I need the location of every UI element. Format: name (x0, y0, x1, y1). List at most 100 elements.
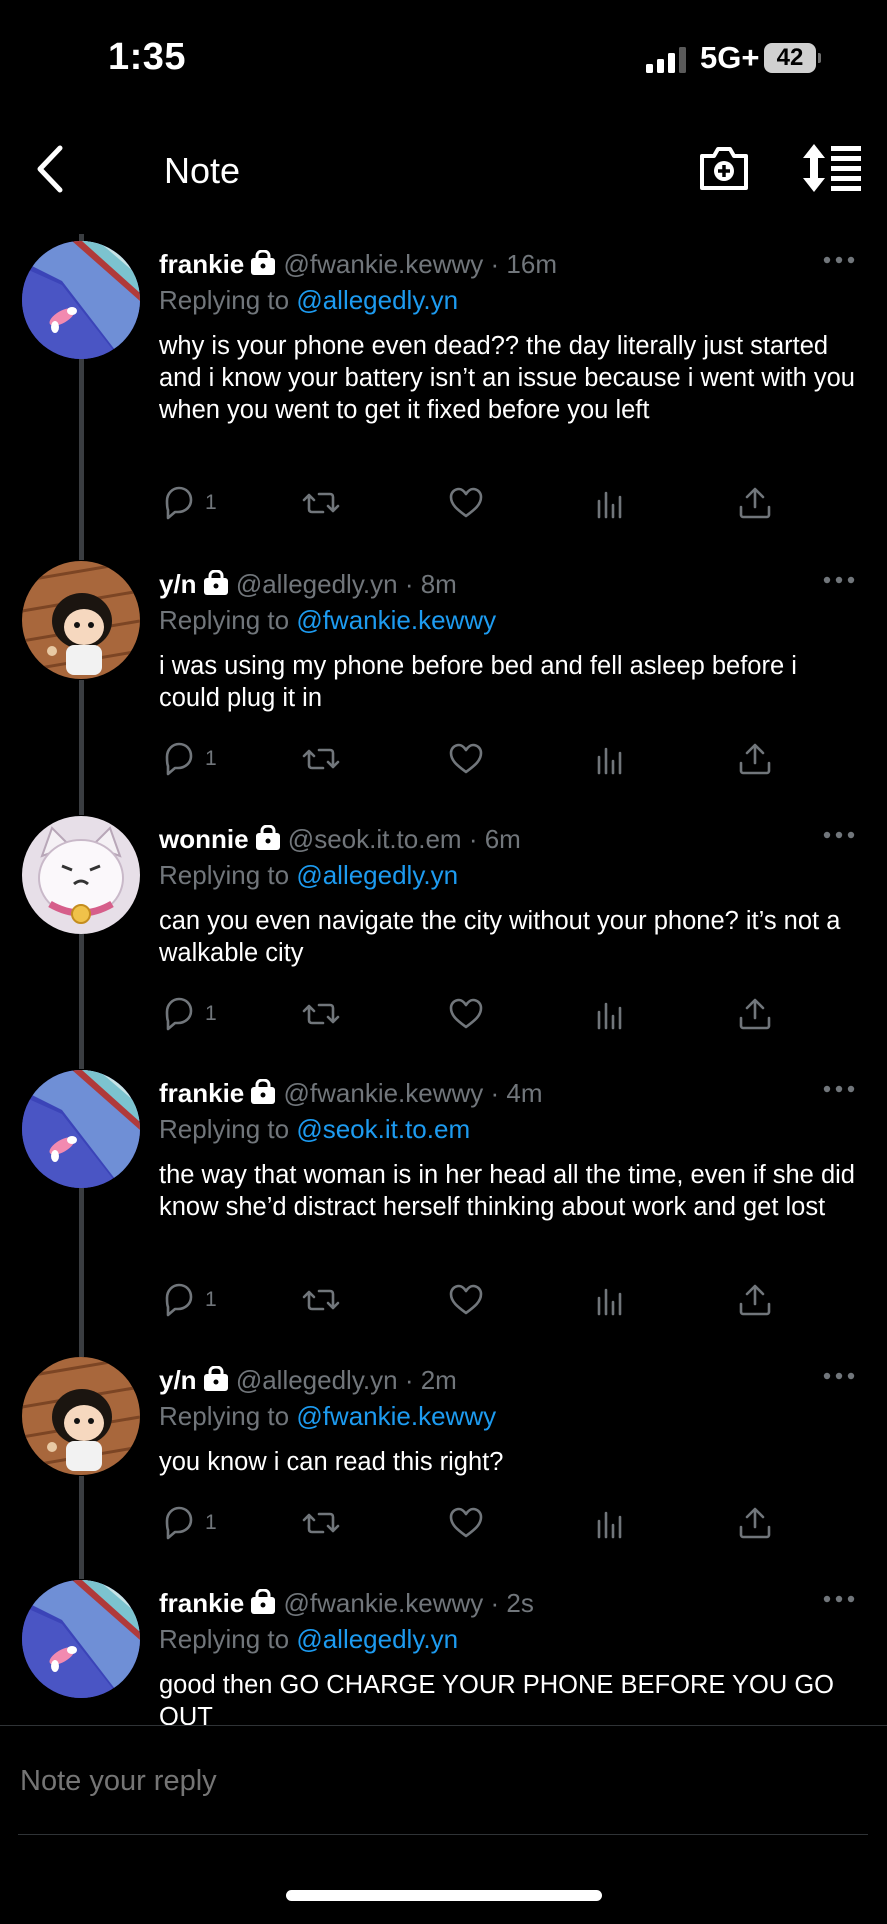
status-time: 1:35 (108, 36, 187, 78)
reply-count: 1 (205, 1288, 217, 1311)
thread-tweet[interactable]: frankie @fwankie.kewwy · 16m Replying to … (0, 235, 887, 533)
handle[interactable]: @allegedly.yn (236, 1365, 398, 1395)
replying-to: Replying to @allegedly.yn (159, 860, 458, 891)
views-button[interactable] (591, 483, 631, 523)
share-button[interactable] (735, 994, 775, 1034)
reply-count: 1 (205, 1511, 217, 1534)
divider (18, 1834, 868, 1835)
tweet-actions: 1 (159, 739, 859, 779)
camera-plus-icon[interactable] (696, 140, 752, 196)
avatar[interactable] (22, 816, 140, 934)
more-options-icon[interactable] (822, 828, 856, 842)
reply-icon (165, 742, 193, 776)
share-button[interactable] (735, 739, 775, 779)
retweet-button[interactable] (301, 1280, 341, 1320)
replying-to-link[interactable]: @fwankie.kewwy (296, 605, 496, 635)
views-button[interactable] (591, 1503, 631, 1543)
replying-to-link[interactable]: @allegedly.yn (296, 860, 458, 890)
avatar[interactable] (22, 561, 140, 679)
nav-bar: Note (0, 130, 887, 210)
lock-icon (203, 1365, 228, 1391)
avatar[interactable] (22, 1580, 140, 1698)
battery-level: 42 (764, 43, 816, 73)
avatar[interactable] (22, 1070, 140, 1188)
reply-icon (165, 1283, 193, 1317)
handle[interactable]: @seok.it.to.em (288, 824, 462, 854)
retweet-icon (302, 1003, 340, 1025)
handle[interactable]: @fwankie.kewwy (284, 1078, 484, 1108)
display-name[interactable]: wonnie (159, 824, 249, 854)
heart-icon (449, 998, 483, 1029)
separator-dot: · (483, 249, 507, 279)
replying-to-link[interactable]: @fwankie.kewwy (296, 1401, 496, 1431)
thread-tweet[interactable]: y/n @allegedly.yn · 2m Replying to @fwank… (0, 1351, 887, 1553)
handle[interactable]: @fwankie.kewwy (284, 1588, 484, 1618)
reply-input[interactable] (18, 1764, 862, 1799)
home-indicator[interactable] (286, 1890, 602, 1901)
retweet-icon (302, 1289, 340, 1311)
reply-count: 1 (205, 747, 217, 770)
reply-button[interactable]: 1 (159, 1280, 217, 1320)
tweet-text: i was using my phone before bed and fell… (159, 652, 797, 712)
handle[interactable]: @fwankie.kewwy (284, 249, 484, 279)
views-chart-icon (597, 747, 622, 775)
lock-icon-wrap (255, 824, 281, 858)
retweet-button[interactable] (301, 483, 341, 523)
more-options-icon[interactable] (822, 573, 856, 587)
like-button[interactable] (446, 994, 486, 1034)
separator-dot: · (483, 1588, 507, 1618)
thread-tweet[interactable]: y/n @allegedly.yn · 8m Replying to @fwank… (0, 555, 887, 789)
reply-button[interactable]: 1 (159, 739, 217, 779)
lock-icon (251, 249, 276, 275)
reply-button[interactable]: 1 (159, 483, 217, 523)
reply-count: 1 (205, 491, 217, 514)
more-options-icon[interactable] (822, 1369, 856, 1383)
lock-icon (203, 569, 228, 595)
thread-tweet[interactable]: frankie @fwankie.kewwy · 4m Replying to @… (0, 1064, 887, 1330)
reply-button[interactable]: 1 (159, 1503, 217, 1543)
sort-replies-icon[interactable] (800, 142, 864, 194)
display-name[interactable]: y/n (159, 1365, 197, 1395)
replying-to-link[interactable]: @allegedly.yn (296, 1624, 458, 1654)
display-name[interactable]: frankie (159, 1078, 244, 1108)
timestamp: 2s (506, 1588, 534, 1618)
more-options-icon[interactable] (822, 253, 856, 267)
handle[interactable]: @allegedly.yn (236, 569, 398, 599)
lock-icon-wrap (250, 1078, 276, 1112)
avatar[interactable] (22, 1357, 140, 1475)
retweet-button[interactable] (301, 994, 341, 1034)
like-button[interactable] (446, 483, 486, 523)
share-button[interactable] (735, 1280, 775, 1320)
share-button[interactable] (735, 1503, 775, 1543)
views-button[interactable] (591, 739, 631, 779)
display-name[interactable]: frankie (159, 249, 244, 279)
reply-button[interactable]: 1 (159, 994, 217, 1034)
more-options-icon[interactable] (822, 1082, 856, 1096)
tweet-header: wonnie @seok.it.to.em · 6m (159, 824, 809, 860)
display-name[interactable]: frankie (159, 1588, 244, 1618)
like-button[interactable] (446, 739, 486, 779)
replying-to-link[interactable]: @seok.it.to.em (296, 1114, 470, 1144)
thread-tweet[interactable]: wonnie @seok.it.to.em · 6m Replying to @a… (0, 810, 887, 1044)
reply-composer (0, 1725, 887, 1836)
replying-to-link[interactable]: @allegedly.yn (296, 285, 458, 315)
lock-icon-wrap (203, 1365, 229, 1399)
replying-to: Replying to @allegedly.yn (159, 1624, 458, 1655)
avatar[interactable] (22, 241, 140, 359)
more-options-icon[interactable] (822, 1592, 856, 1606)
display-name[interactable]: y/n (159, 569, 197, 599)
views-button[interactable] (591, 994, 631, 1034)
back-chevron-icon[interactable] (28, 142, 74, 196)
heart-icon (449, 1284, 483, 1315)
retweet-button[interactable] (301, 1503, 341, 1543)
share-button[interactable] (735, 483, 775, 523)
tweet-header: y/n @allegedly.yn · 2m (159, 1365, 809, 1401)
lock-icon (251, 1588, 276, 1614)
views-button[interactable] (591, 1280, 631, 1320)
separator-dot: · (397, 1365, 421, 1395)
views-chart-icon (597, 1511, 622, 1539)
like-button[interactable] (446, 1280, 486, 1320)
like-button[interactable] (446, 1503, 486, 1543)
retweet-button[interactable] (301, 739, 341, 779)
timestamp: 4m (506, 1078, 543, 1108)
